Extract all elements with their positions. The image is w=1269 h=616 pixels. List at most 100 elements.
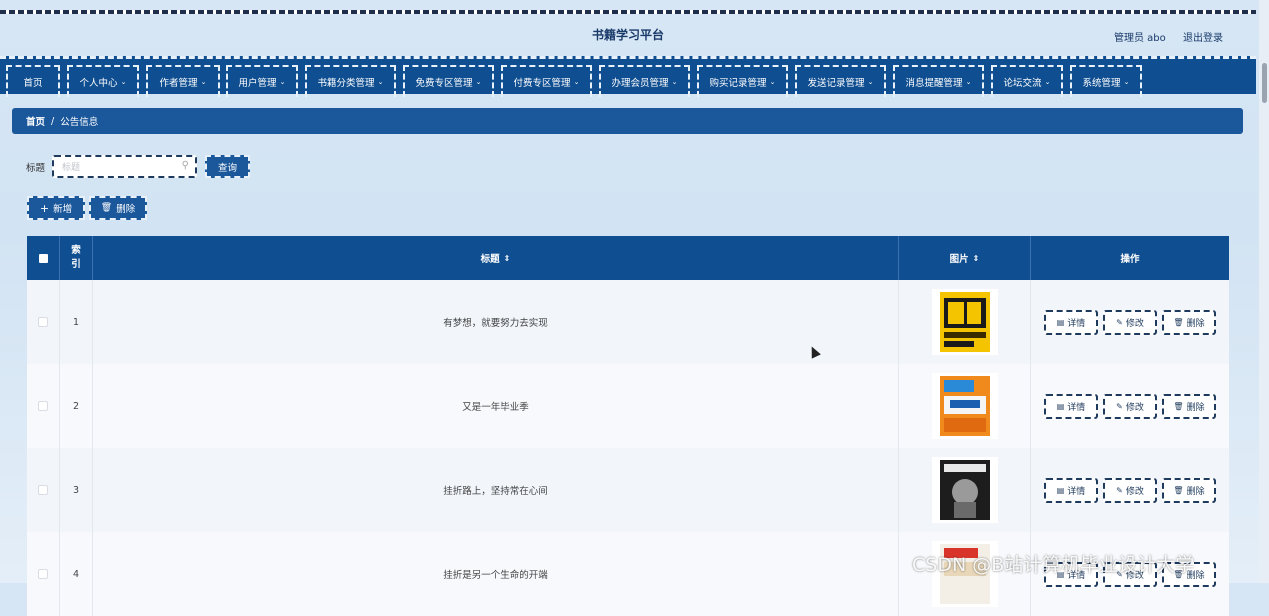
nav-item-forum[interactable]: 论坛交流 ⌄ <box>991 65 1063 97</box>
nav-item-system[interactable]: 系统管理 ⌄ <box>1070 65 1142 97</box>
edit-button[interactable]: ✎ 修改 <box>1103 310 1157 335</box>
detail-button[interactable]: ▤ 详情 <box>1044 478 1098 503</box>
breadcrumb-current: 公告信息 <box>60 117 99 128</box>
main-nav: 首页 个人中心 ⌄ 作者管理 ⌄ 用户管理 ⌄ 书籍分类管理 ⌄ 免费专区管理 ⌄ 付费专… <box>0 56 1256 97</box>
row-title: 挂折是另一个生命的开端 <box>93 532 899 616</box>
nav-label: 免费专区管理 <box>415 78 473 89</box>
header-image-label: 图片 <box>949 254 969 265</box>
trash-icon: 🗑 <box>100 203 113 213</box>
row-actions: ▤ 详情 ✎ 修改 🗑 删除 <box>1031 364 1229 448</box>
nav-item-personal[interactable]: 个人中心 ⌄ <box>67 65 139 97</box>
table-header: 索引 标题 ⇕ 图片 ⇕ 操作 <box>27 236 1229 280</box>
search-label: 标题 <box>26 163 46 174</box>
edit-label: 修改 <box>1125 319 1144 329</box>
row-checkbox[interactable] <box>38 485 48 495</box>
delete-button-label: 删除 <box>116 204 136 215</box>
edit-button[interactable]: ✎ 修改 <box>1103 394 1157 419</box>
chevron-down-icon: ⌄ <box>279 78 286 86</box>
header-index: 索引 <box>60 236 93 280</box>
add-button-label: 新增 <box>53 204 73 215</box>
chevron-down-icon: ⌄ <box>1123 78 1130 86</box>
row-image-cell <box>899 280 1031 364</box>
nav-item-users[interactable]: 用户管理 ⌄ <box>226 65 298 97</box>
row-checkbox[interactable] <box>38 401 48 411</box>
delete-label: 删除 <box>1186 319 1205 329</box>
search-button[interactable]: 查询 <box>205 155 250 178</box>
detail-button[interactable]: ▤ 详情 <box>1044 310 1098 335</box>
edit-icon: ✎ <box>1116 486 1123 495</box>
chevron-down-icon: ⌄ <box>573 78 580 86</box>
row-checkbox[interactable] <box>38 317 48 327</box>
table-row: 1 有梦想，就要努力去实现 ▤ 详情 ✎ 修改 🗑 删除 <box>27 280 1229 364</box>
breadcrumb-home[interactable]: 首页 <box>26 114 45 128</box>
scrollbar-thumb[interactable] <box>1262 63 1267 103</box>
nav-item-book-categories[interactable]: 书籍分类管理 ⌄ <box>305 65 396 97</box>
detail-label: 详情 <box>1067 403 1086 413</box>
edit-button[interactable]: ✎ 修改 <box>1103 478 1157 503</box>
select-all-checkbox[interactable] <box>38 253 48 263</box>
nav-label: 消息提醒管理 <box>905 78 963 89</box>
search-placeholder: 标题 <box>62 163 81 173</box>
edit-icon: ✎ <box>1116 318 1123 327</box>
nav-item-free-zone[interactable]: 免费专区管理 ⌄ <box>403 65 494 97</box>
delete-label: 删除 <box>1186 487 1205 497</box>
row-checkbox-cell <box>27 448 60 532</box>
book-cover-image <box>931 289 998 355</box>
edit-label: 修改 <box>1125 487 1144 497</box>
row-index: 1 <box>60 280 93 364</box>
nav-label: 书籍分类管理 <box>317 78 375 89</box>
nav-item-message-reminders[interactable]: 消息提醒管理 ⌄ <box>893 65 984 97</box>
nav-item-membership[interactable]: 办理会员管理 ⌄ <box>599 65 690 97</box>
delete-label: 删除 <box>1186 403 1205 413</box>
document-icon: ▤ <box>1056 402 1065 411</box>
nav-label: 用户管理 <box>238 78 277 89</box>
detail-label: 详情 <box>1067 319 1086 329</box>
header: 书籍学习平台 管理员 abo 退出登录 <box>0 14 1256 56</box>
header-title-label: 标题 <box>480 254 500 265</box>
document-icon: ▤ <box>1056 486 1065 495</box>
header-title[interactable]: 标题 ⇕ <box>93 236 899 280</box>
trash-icon: 🗑 <box>1173 318 1184 327</box>
nav-item-purchase-records[interactable]: 购买记录管理 ⌄ <box>697 65 788 97</box>
chevron-down-icon: ⌄ <box>1044 78 1051 86</box>
row-delete-button[interactable]: 🗑 删除 <box>1162 478 1216 503</box>
nav-label: 系统管理 <box>1082 78 1121 89</box>
watermark: CSDN @B站计算机毕业设计大学 <box>912 554 1195 576</box>
nav-item-home[interactable]: 首页 <box>6 65 60 97</box>
detail-label: 详情 <box>1067 487 1086 497</box>
logout-link[interactable]: 退出登录 <box>1183 29 1223 44</box>
nav-item-paid-zone[interactable]: 付费专区管理 ⌄ <box>501 65 592 97</box>
search-icon: ⚲ <box>181 160 189 171</box>
delete-button[interactable]: 🗑 删除 <box>89 196 147 220</box>
header-image[interactable]: 图片 ⇕ <box>899 236 1031 280</box>
nav-label: 购买记录管理 <box>709 78 767 89</box>
sort-icon: ⇕ <box>503 253 511 263</box>
chevron-down-icon: ⌄ <box>867 78 874 86</box>
row-title: 挂折路上，坚持常在心间 <box>93 448 899 532</box>
nav-label: 发送记录管理 <box>807 78 865 89</box>
detail-button[interactable]: ▤ 详情 <box>1044 394 1098 419</box>
site-title: 书籍学习平台 <box>591 28 664 42</box>
row-title: 有梦想，就要努力去实现 <box>93 280 899 364</box>
chevron-down-icon: ⌄ <box>671 78 678 86</box>
chevron-down-icon: ⌄ <box>965 78 972 86</box>
nav-label: 办理会员管理 <box>611 78 669 89</box>
row-checkbox-cell <box>27 280 60 364</box>
search-input[interactable]: 标题 ⚲ <box>52 155 197 178</box>
add-button[interactable]: + 新增 <box>27 196 85 220</box>
row-image-cell <box>899 448 1031 532</box>
search-button-label: 查询 <box>217 162 237 174</box>
row-delete-button[interactable]: 🗑 删除 <box>1162 310 1216 335</box>
nav-item-send-records[interactable]: 发送记录管理 ⌄ <box>795 65 886 97</box>
row-delete-button[interactable]: 🗑 删除 <box>1162 394 1216 419</box>
trash-icon: 🗑 <box>1173 402 1184 411</box>
admin-user-label: 管理员 abo <box>1114 33 1166 44</box>
edit-icon: ✎ <box>1116 402 1123 411</box>
row-title: 又是一年毕业季 <box>93 364 899 448</box>
nav-item-authors[interactable]: 作者管理 ⌄ <box>146 65 220 97</box>
row-actions: ▤ 详情 ✎ 修改 🗑 删除 <box>1031 280 1229 364</box>
book-cover-image <box>931 457 998 523</box>
chevron-down-icon: ⌄ <box>377 78 384 86</box>
row-checkbox[interactable] <box>38 569 48 579</box>
edit-label: 修改 <box>1125 403 1144 413</box>
